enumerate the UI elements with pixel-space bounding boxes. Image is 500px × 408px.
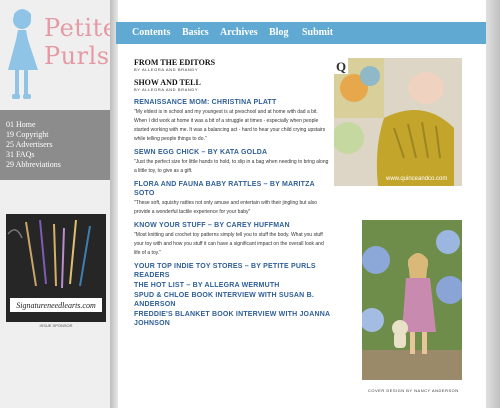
nav-submit[interactable]: Submit bbox=[302, 22, 333, 44]
girl-cover-photo[interactable] bbox=[362, 220, 462, 380]
article-link[interactable]: FREDDIE'S BLANKET BOOK INTERVIEW WITH JO… bbox=[134, 310, 330, 328]
from-editors-byline: BY ALLEGRA AND BRANDY bbox=[134, 67, 199, 72]
article-link[interactable]: KNOW YOUR STUFF – BY CAREY HUFFMAN bbox=[134, 221, 330, 230]
article-excerpt: "These soft, squishy rattles not only am… bbox=[134, 200, 317, 215]
list-item: THE HOT LIST – BY ALLEGRA WERMUTH bbox=[134, 281, 330, 290]
sponsor-ad[interactable]: Signatureneedlearts.com bbox=[6, 214, 106, 322]
article-link[interactable]: FLORA AND FAUNA BABY RATTLES – BY MARITZ… bbox=[134, 180, 330, 198]
girl-silhouette-icon bbox=[8, 9, 38, 99]
baby-sweater-photo[interactable]: Q bbox=[334, 58, 462, 186]
girl-with-toy-image bbox=[362, 220, 462, 380]
quince-badge: Q bbox=[336, 59, 346, 74]
sidebar: Petite Purls 01 Home 19 Copyright 25 Adv… bbox=[0, 0, 117, 408]
sidebar-item-abbreviations[interactable]: 29 Abbreviations bbox=[6, 160, 104, 170]
sidebar-item-home[interactable]: 01 Home bbox=[6, 120, 104, 130]
page-shadow bbox=[110, 0, 118, 408]
list-item: SEWN EGG CHICK – BY KATA GOLDA "Just the… bbox=[134, 148, 330, 176]
sidebar-item-advertisers[interactable]: 25 Advertisers bbox=[6, 140, 104, 150]
table-of-contents: FROM THE EDITORS BY ALLEGRA AND BRANDY S… bbox=[134, 58, 330, 329]
sponsor-label: ISSUE SPONSOR bbox=[39, 323, 73, 328]
article-link[interactable]: THE HOT LIST – BY ALLEGRA WERMUTH bbox=[134, 281, 330, 290]
page-edge bbox=[486, 0, 500, 408]
article-link[interactable]: SPUD & CHLOE BOOK INTERVIEW WITH SUSAN B… bbox=[134, 291, 330, 309]
show-tell-heading[interactable]: SHOW AND TELL bbox=[134, 78, 330, 87]
article-excerpt: "Just the perfect size for little hands … bbox=[134, 159, 329, 174]
logo[interactable]: Petite Purls bbox=[0, 0, 117, 108]
logo-line2: Purls bbox=[44, 42, 110, 70]
knitting-needles-icon: Signatureneedlearts.com bbox=[6, 214, 106, 322]
list-item: KNOW YOUR STUFF – BY CAREY HUFFMAN "Most… bbox=[134, 221, 330, 258]
top-nav: Contents Basics Archives Blog Submit bbox=[116, 22, 486, 44]
article-link[interactable]: SEWN EGG CHICK – BY KATA GOLDA bbox=[134, 148, 330, 157]
sidebar-item-copyright[interactable]: 19 Copyright bbox=[6, 130, 104, 140]
nav-basics[interactable]: Basics bbox=[182, 22, 209, 44]
baby-sweater-image: Q bbox=[334, 58, 462, 186]
list-item: YOUR TOP INDIE TOY STORES – BY PETITE PU… bbox=[134, 262, 330, 280]
nav-contents[interactable]: Contents bbox=[132, 22, 170, 44]
logo-line1: Petite bbox=[44, 14, 118, 42]
list-item: SPUD & CHLOE BOOK INTERVIEW WITH SUSAN B… bbox=[134, 291, 330, 309]
logo-text: Petite Purls bbox=[44, 14, 117, 70]
article-link[interactable]: YOUR TOP INDIE TOY STORES – BY PETITE PU… bbox=[134, 262, 330, 280]
article-excerpt: "Most knitting and crochet toy patterns … bbox=[134, 232, 324, 256]
show-tell-byline: BY ALLEGRA AND BRANDY bbox=[134, 87, 199, 92]
list-item: FREDDIE'S BLANKET BOOK INTERVIEW WITH JO… bbox=[134, 310, 330, 328]
from-editors-heading[interactable]: FROM THE EDITORS bbox=[134, 58, 330, 67]
article-excerpt: "My eldest is in school and my youngest … bbox=[134, 109, 326, 142]
list-item: RENAISSANCE MOM: CHRISTINA PLATT "My eld… bbox=[134, 98, 330, 144]
sidebar-nav: 01 Home 19 Copyright 25 Advertisers 31 F… bbox=[0, 110, 110, 180]
sponsor-url: Signatureneedlearts.com bbox=[16, 301, 96, 310]
sidebar-item-faqs[interactable]: 31 FAQs bbox=[6, 150, 104, 160]
article-link[interactable]: RENAISSANCE MOM: CHRISTINA PLATT bbox=[134, 98, 330, 107]
nav-archives[interactable]: Archives bbox=[220, 22, 258, 44]
list-item: FLORA AND FAUNA BABY RATTLES – BY MARITZ… bbox=[134, 180, 330, 217]
nav-blog[interactable]: Blog bbox=[269, 22, 288, 44]
cover-credit: COVER DESIGN BY NANCY ANDERSON bbox=[368, 388, 459, 393]
photo-credit: www.quinceandco.com bbox=[386, 176, 448, 182]
